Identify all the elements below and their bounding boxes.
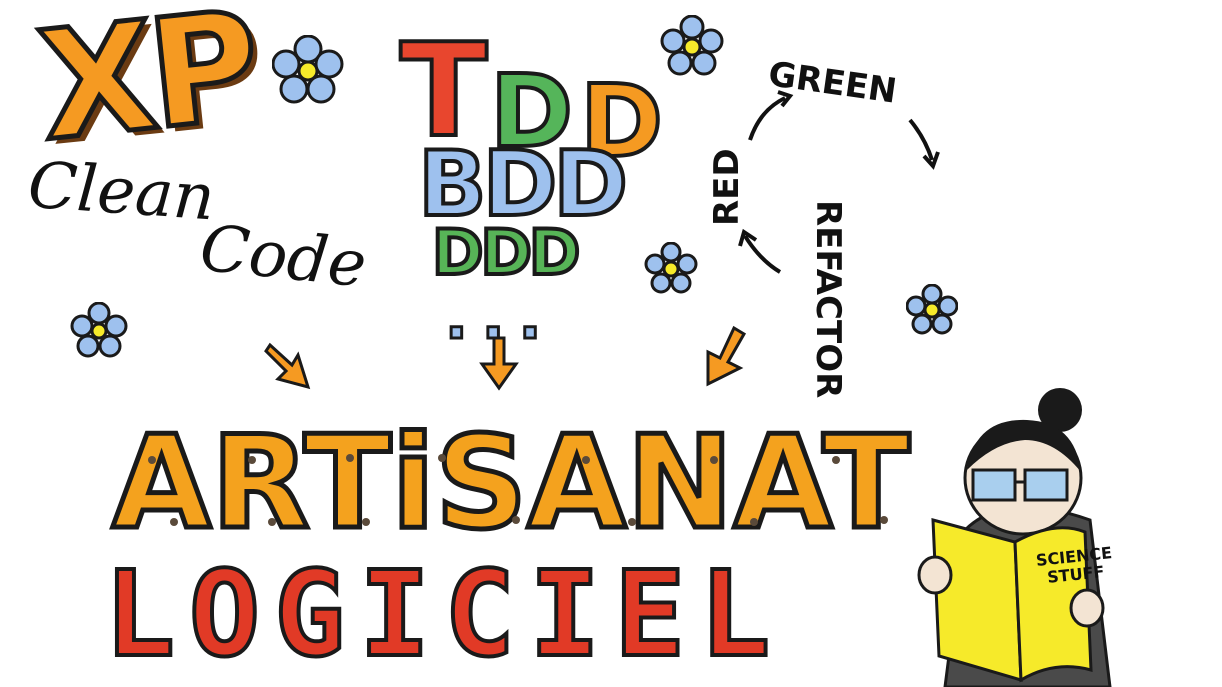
code-word: Code <box>196 211 370 303</box>
flower-icon <box>272 35 344 104</box>
flower-icon <box>906 284 958 335</box>
ddd-text: DDD <box>430 216 582 289</box>
arrow-down-icon <box>706 325 747 387</box>
reading-person-illustration <box>917 388 1112 687</box>
arrow-down-icon <box>264 342 311 390</box>
flower-icon <box>70 302 128 358</box>
arrow-down-icon <box>479 336 519 391</box>
flower-icon <box>660 15 724 76</box>
clean-word: Clean <box>25 148 218 236</box>
title-logiciel: LOGICIEL <box>102 545 785 683</box>
cycle-arrow-icon <box>738 90 940 274</box>
flower-icon <box>644 242 698 294</box>
rivets-decoration <box>148 454 888 526</box>
xp-title: XP <box>29 0 265 177</box>
